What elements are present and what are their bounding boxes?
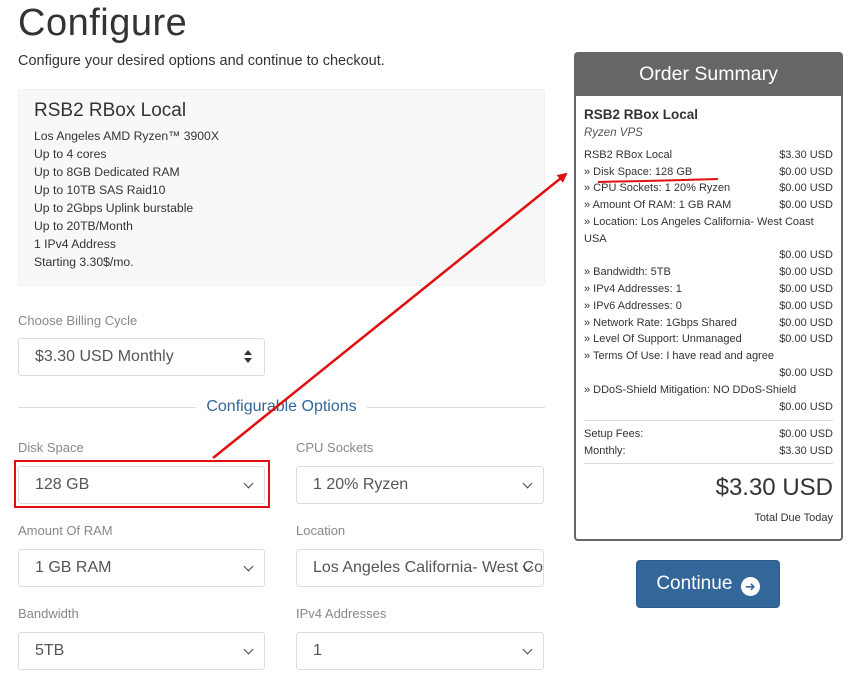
summary-row-price: $0.00 USD: [779, 367, 833, 379]
total-due-label: Total Due Today: [754, 512, 833, 524]
summary-row-label: » Bandwidth: 5TB: [584, 266, 671, 278]
product-feature: Starting 3.30$/mo.: [34, 255, 134, 269]
chevron-down-icon: [243, 644, 254, 655]
cpu-sockets-value: 1 20% Ryzen: [313, 476, 409, 493]
summary-row-price: $0.00 USD: [779, 333, 833, 345]
summary-row-label: » Disk Space: 128 GB: [584, 166, 693, 178]
summary-product-group: Ryzen VPS: [584, 127, 643, 139]
ipv4-label: IPv4 Addresses: [296, 606, 387, 621]
chevron-down-icon: [243, 561, 254, 572]
summary-row-label: » DDoS-Shield Mitigation: NO DDoS-Shield: [584, 384, 797, 396]
summary-row-price: $0.00 USD: [779, 199, 833, 211]
location-select[interactable]: Los Angeles California- West Coast USA: [296, 549, 544, 587]
summary-row: » Terms Of Use: I have read and agree $0…: [584, 348, 833, 382]
ipv4-value: 1: [313, 642, 322, 659]
order-summary-title: Order Summary: [639, 63, 778, 85]
summary-row-price: $0.00 USD: [779, 182, 833, 194]
setup-fees-price: $0.00 USD: [779, 428, 833, 440]
annotation-highlight-box: [14, 460, 270, 508]
summary-row-label: » Amount Of RAM: 1 GB RAM: [584, 199, 732, 211]
setup-fees-label: Setup Fees:: [584, 428, 644, 440]
summary-row-label: » Level Of Support: Unmanaged: [584, 333, 742, 345]
product-info-box: RSB2 RBox Local Los Angeles AMD Ryzen™ 3…: [18, 89, 545, 286]
summary-row-price: $0.00 USD: [779, 166, 833, 178]
summary-row-price: $0.00 USD: [779, 266, 833, 278]
product-feature: Up to 10TB SAS Raid10: [34, 183, 166, 197]
chevron-down-icon: [522, 478, 533, 489]
summary-divider: [584, 420, 833, 421]
cpu-sockets-label: CPU Sockets: [296, 440, 374, 455]
summary-row-price: $3.30 USD: [779, 149, 833, 161]
monthly-price: $3.30 USD: [779, 445, 833, 457]
product-feature: Los Angeles AMD Ryzen™ 3900X: [34, 129, 219, 143]
ram-select[interactable]: 1 GB RAM: [18, 549, 265, 587]
location-value: Los Angeles California- West Coast USA: [313, 559, 544, 576]
summary-row-price: $0.00 USD: [779, 317, 833, 329]
billing-cycle-value: $3.30 USD Monthly: [35, 348, 174, 365]
bandwidth-label: Bandwidth: [18, 606, 79, 621]
configurable-options-divider: Configurable Options: [18, 398, 545, 418]
summary-row-label: » CPU Sockets: 1 20% Ryzen: [584, 182, 731, 194]
order-summary-panel: Order Summary RSB2 RBox Local Ryzen VPS …: [574, 52, 843, 541]
billing-cycle-label: Choose Billing Cycle: [18, 313, 138, 328]
bandwidth-value: 5TB: [35, 642, 65, 659]
product-feature: Up to 2Gbps Uplink burstable: [34, 201, 194, 215]
bandwidth-select[interactable]: 5TB: [18, 632, 265, 670]
arrow-circle-right-icon: ➜: [740, 577, 760, 596]
page-subtitle: Configure your desired options and conti…: [18, 53, 385, 69]
monthly-label: Monthly:: [584, 445, 626, 457]
product-feature: 1 IPv4 Address: [34, 237, 116, 251]
ram-value: 1 GB RAM: [35, 559, 112, 576]
product-feature: Up to 4 cores: [34, 147, 107, 161]
configurable-options-heading: Configurable Options: [196, 398, 367, 415]
summary-row-price: $0.00 USD: [779, 401, 833, 413]
order-summary-body: RSB2 RBox Local Ryzen VPS RSB2 RBox Loca…: [576, 96, 841, 539]
product-feature: Up to 8GB Dedicated RAM: [34, 165, 180, 179]
chevron-down-icon: [522, 644, 533, 655]
billing-cycle-select[interactable]: $3.30 USD Monthly: [18, 338, 265, 376]
summary-row-label: RSB2 RBox Local: [584, 149, 673, 161]
summary-product-name: RSB2 RBox Local: [584, 107, 699, 122]
summary-row-price: $0.00 USD: [779, 283, 833, 295]
product-name: RSB2 RBox Local: [34, 100, 187, 121]
summary-divider: [584, 463, 833, 464]
page-title: Configure: [18, 2, 188, 44]
summary-row-price: $0.00 USD: [779, 249, 833, 261]
summary-row: » DDoS-Shield Mitigation: NO DDoS-Shield…: [584, 382, 833, 416]
product-feature: Up to 20TB/Month: [34, 219, 133, 233]
product-features: Los Angeles AMD Ryzen™ 3900X Up to 4 cor…: [34, 127, 529, 271]
summary-row-price: $0.00 USD: [779, 300, 833, 312]
continue-button-label: Continue: [656, 573, 733, 594]
ipv4-select[interactable]: 1: [296, 632, 544, 670]
summary-row-label: » Terms Of Use: I have read and agree: [584, 350, 774, 362]
disk-space-label: Disk Space: [18, 440, 84, 455]
total-due-amount: $3.30 USD: [715, 474, 833, 501]
summary-row-label: » Location: Los Angeles California- West…: [584, 216, 814, 245]
ram-label: Amount Of RAM: [18, 523, 113, 538]
cpu-sockets-select[interactable]: 1 20% Ryzen: [296, 466, 544, 504]
up-down-icon: [244, 349, 252, 365]
summary-row-label: » IPv6 Addresses: 0: [584, 300, 682, 312]
summary-row-label: » IPv4 Addresses: 1: [584, 283, 682, 295]
continue-button[interactable]: Continue ➜: [636, 560, 780, 608]
location-label: Location: [296, 523, 346, 538]
summary-row-label: » Network Rate: 1Gbps Shared: [584, 317, 737, 329]
